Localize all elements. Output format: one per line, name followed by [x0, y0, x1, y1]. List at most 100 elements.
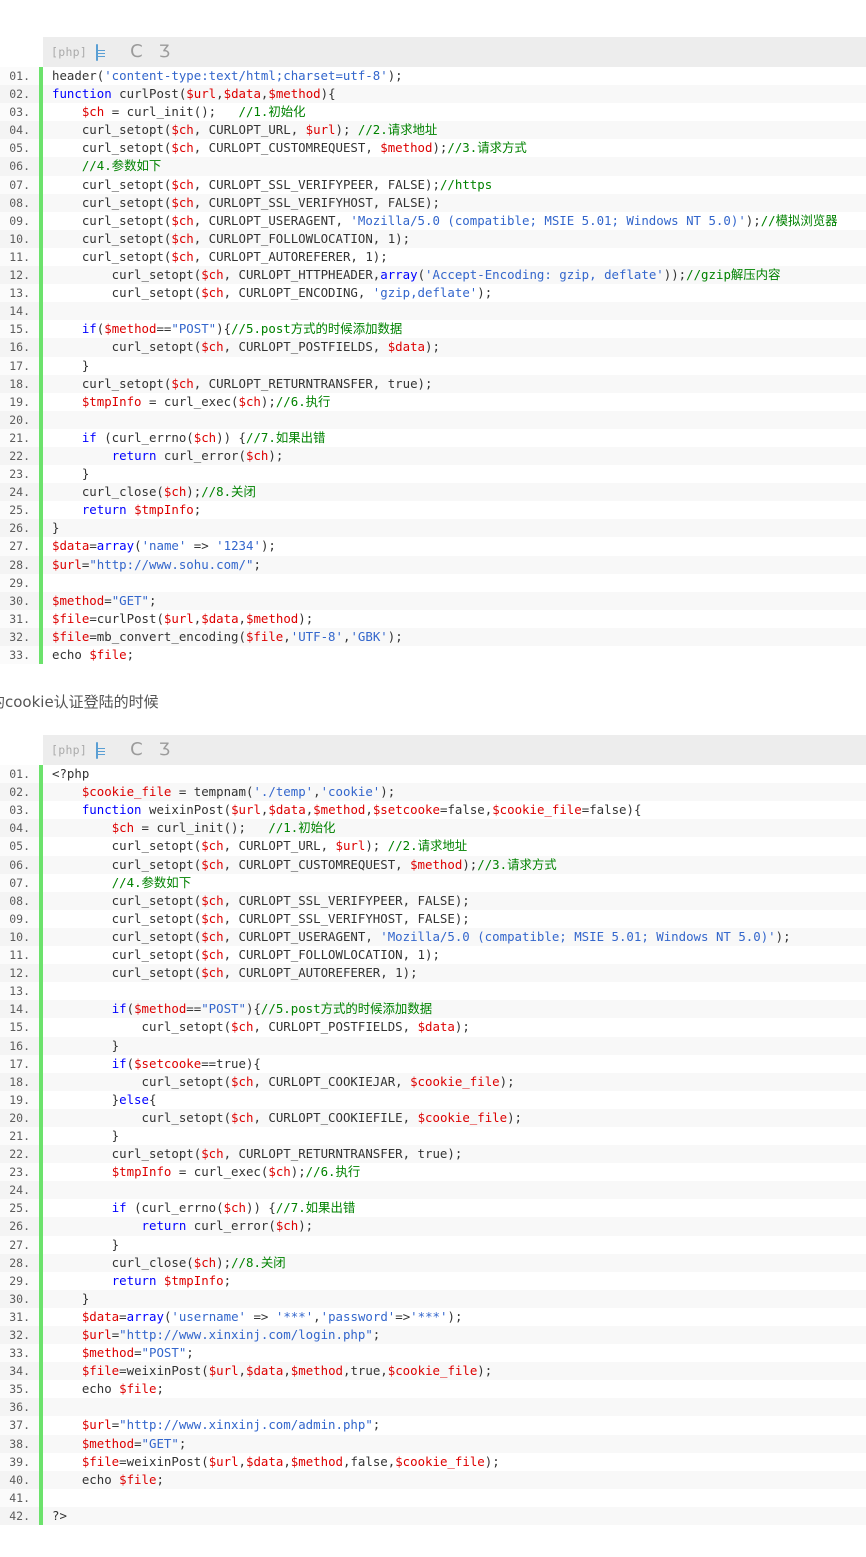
code-line-content[interactable]: } [43, 1126, 866, 1146]
code-line-content[interactable]: $file=weixinPost($url,$data,$method,fals… [43, 1452, 866, 1471]
line-number: 28. [0, 1253, 43, 1272]
help-about-icon[interactable]: Ʒ [159, 741, 170, 759]
line-number: 30. [0, 1289, 43, 1308]
code-lines[interactable]: 01. <?php 02. $cookie_file = tempnam('./te… [0, 765, 866, 1526]
line-number: 04. [0, 819, 43, 838]
code-line-content[interactable]: //4.参数如下 [43, 157, 866, 176]
code-line-content[interactable]: curl_setopt($ch, CURLOPT_USERAGENT, 'Moz… [43, 211, 866, 230]
code-line: 34. $file=weixinPost($url,$data,$method,… [0, 1362, 866, 1381]
code-line-content[interactable]: curl_setopt($ch, CURLOPT_SSL_VERIFYHOST,… [43, 909, 866, 928]
code-line-content[interactable]: curl_setopt($ch, CURLOPT_FOLLOWLOCATION,… [43, 946, 866, 965]
code-line-content[interactable]: $file=mb_convert_encoding($file,'UTF-8',… [43, 627, 866, 646]
code-line-content[interactable]: } [43, 465, 866, 484]
code-line-content[interactable]: $url="http://www.sohu.com/"; [43, 555, 866, 574]
code-line-content[interactable]: return curl_error($ch); [43, 1217, 866, 1236]
code-line-content[interactable]: curl_setopt($ch, CURLOPT_COOKIEFILE, $co… [43, 1108, 866, 1127]
code-line-content[interactable]: $tmpInfo = curl_exec($ch);//6.执行 [43, 392, 866, 411]
copy-to-clipboard-icon[interactable] [96, 741, 99, 759]
code-line-content[interactable] [43, 302, 866, 321]
code-line-content[interactable]: <?php [43, 765, 866, 784]
code-line: 20. curl_setopt($ch, CURLOPT_COOKIEFILE,… [0, 1108, 866, 1127]
code-line-content[interactable]: $cookie_file = tempnam('./temp','cookie'… [43, 783, 866, 802]
code-line-content[interactable]: curl_setopt($ch, CURLOPT_RETURNTRANSFER,… [43, 1145, 866, 1164]
code-line-content[interactable]: if($method=="POST"){//5.post方式的时候添加数据 [43, 1000, 866, 1019]
code-line: 20. [0, 410, 866, 429]
code-line-content[interactable]: if (curl_errno($ch)) {//7.如果出错 [43, 428, 866, 447]
code-line-content[interactable]: $ch = curl_init(); //1.初始化 [43, 819, 866, 838]
code-line-content[interactable]: if($method=="POST"){//5.post方式的时候添加数据 [43, 320, 866, 339]
copy-to-clipboard-icon[interactable] [96, 43, 99, 61]
code-line-content[interactable]: curl_setopt($ch, CURLOPT_SSL_VERIFYPEER,… [43, 175, 866, 194]
code-line-content[interactable]: curl_setopt($ch, CURLOPT_USERAGENT, 'Moz… [43, 927, 866, 947]
code-line: 16. curl_setopt($ch, CURLOPT_POSTFIELDS,… [0, 338, 866, 357]
line-number: 19. [0, 392, 43, 411]
code-line-content[interactable]: } [43, 356, 866, 375]
code-line-content[interactable]: return $tmpInfo; [43, 501, 866, 520]
code-line-content[interactable]: } [43, 1036, 866, 1055]
code-line: 12. curl_setopt($ch, CURLOPT_AUTOREFERER… [0, 964, 866, 983]
code-line-content[interactable]: } [43, 1235, 866, 1254]
code-line-content[interactable]: $data=array('name' => '1234'); [43, 537, 866, 556]
code-line-content[interactable]: $ch = curl_init(); //1.初始化 [43, 103, 866, 122]
code-line-content[interactable]: function curlPost($url,$data,$method){ [43, 85, 866, 104]
code-line-content[interactable]: curl_setopt($ch, CURLOPT_HTTPHEADER,arra… [43, 266, 866, 285]
help-about-icon[interactable]: Ʒ [159, 43, 170, 61]
code-line-content[interactable]: curl_setopt($ch, CURLOPT_CUSTOMREQUEST, … [43, 139, 866, 158]
code-line-content[interactable]: curl_setopt($ch, CURLOPT_RETURNTRANSFER,… [43, 374, 866, 393]
code-line-content[interactable]: $method="POST"; [43, 1344, 866, 1363]
code-line-content[interactable]: curl_setopt($ch, CURLOPT_COOKIEJAR, $coo… [43, 1072, 866, 1091]
code-line-content[interactable]: function weixinPost($url,$data,$method,$… [43, 801, 866, 820]
code-line-content[interactable]: echo $file; [43, 1380, 866, 1399]
code-line-content[interactable]: curl_setopt($ch, CURLOPT_URL, $url); //2… [43, 121, 866, 140]
code-line-content[interactable]: $file=weixinPost($url,$data,$method,true… [43, 1362, 866, 1381]
print-icon[interactable]: C [130, 741, 143, 759]
code-line-content[interactable] [43, 982, 866, 1001]
code-line: 31. $data=array('username' => '***','pas… [0, 1307, 866, 1326]
code-line-content[interactable]: curl_setopt($ch, CURLOPT_FOLLOWLOCATION,… [43, 229, 866, 248]
code-line-content[interactable] [43, 1398, 866, 1417]
code-line-content[interactable]: curl_close($ch);//8.关闭 [43, 483, 866, 502]
code-line-content[interactable]: curl_setopt($ch, CURLOPT_SSL_VERIFYHOST,… [43, 193, 866, 212]
code-line-content[interactable]: if (curl_errno($ch)) {//7.如果出错 [43, 1199, 866, 1218]
code-line-content[interactable]: }else{ [43, 1090, 866, 1109]
code-line: 13. [0, 982, 866, 1001]
code-line: 40. echo $file; [0, 1470, 866, 1489]
code-line-content[interactable]: $file=curlPost($url,$data,$method); [43, 609, 866, 628]
code-line-content[interactable]: curl_setopt($ch, CURLOPT_POSTFIELDS, $da… [43, 338, 866, 357]
code-line-content[interactable]: curl_setopt($ch, CURLOPT_ENCODING, 'gzip… [43, 284, 866, 303]
code-line: 05. curl_setopt($ch, CURLOPT_URL, $url);… [0, 837, 866, 856]
code-line-content[interactable]: curl_close($ch);//8.关闭 [43, 1253, 866, 1272]
code-line-content[interactable] [43, 573, 866, 592]
code-line: 18. curl_setopt($ch, CURLOPT_COOKIEJAR, … [0, 1072, 866, 1091]
code-line-content[interactable]: curl_setopt($ch, CURLOPT_URL, $url); //2… [43, 837, 866, 856]
code-line-content[interactable]: } [43, 1289, 866, 1308]
code-line-content[interactable]: header('content-type:text/html;charset=u… [43, 67, 866, 86]
print-icon[interactable]: C [130, 43, 143, 61]
code-line-content[interactable]: //4.参数如下 [43, 873, 866, 892]
line-number: 31. [0, 1307, 43, 1326]
code-line-content[interactable]: echo $file; [43, 646, 866, 665]
code-line-content[interactable] [43, 1181, 866, 1200]
code-line: 03. $ch = curl_init(); //1.初始化 [0, 103, 866, 122]
code-line-content[interactable] [43, 1488, 866, 1507]
code-line-content[interactable]: curl_setopt($ch, CURLOPT_AUTOREFERER, 1)… [43, 964, 866, 983]
code-line-content[interactable]: curl_setopt($ch, CURLOPT_POSTFIELDS, $da… [43, 1018, 866, 1037]
code-line-content[interactable]: return $tmpInfo; [43, 1271, 866, 1290]
code-line: 19. }else{ [0, 1090, 866, 1109]
code-line-content[interactable]: $method="GET"; [43, 591, 866, 610]
code-line-content[interactable]: curl_setopt($ch, CURLOPT_CUSTOMREQUEST, … [43, 855, 866, 874]
code-line-content[interactable]: curl_setopt($ch, CURLOPT_AUTOREFERER, 1)… [43, 247, 866, 267]
code-line-content[interactable]: $url="http://www.xinxinj.com/login.php"; [43, 1326, 866, 1345]
code-line-content[interactable]: $url="http://www.xinxinj.com/admin.php"; [43, 1416, 866, 1435]
code-line-content[interactable]: $data=array('username' => '***','passwor… [43, 1307, 866, 1326]
code-line-content[interactable] [43, 410, 866, 429]
code-line-content[interactable]: ?> [43, 1506, 866, 1526]
code-line-content[interactable]: } [43, 519, 866, 538]
code-line-content[interactable]: curl_setopt($ch, CURLOPT_SSL_VERIFYPEER,… [43, 891, 866, 910]
code-line-content[interactable]: return curl_error($ch); [43, 446, 866, 466]
code-lines[interactable]: 01. header('content-type:text/html;charse… [0, 67, 866, 665]
code-line-content[interactable]: $tmpInfo = curl_exec($ch);//6.执行 [43, 1163, 866, 1182]
code-line-content[interactable]: echo $file; [43, 1470, 866, 1489]
code-line-content[interactable]: $method="GET"; [43, 1434, 866, 1453]
code-line-content[interactable]: if($setcooke==true){ [43, 1054, 866, 1073]
